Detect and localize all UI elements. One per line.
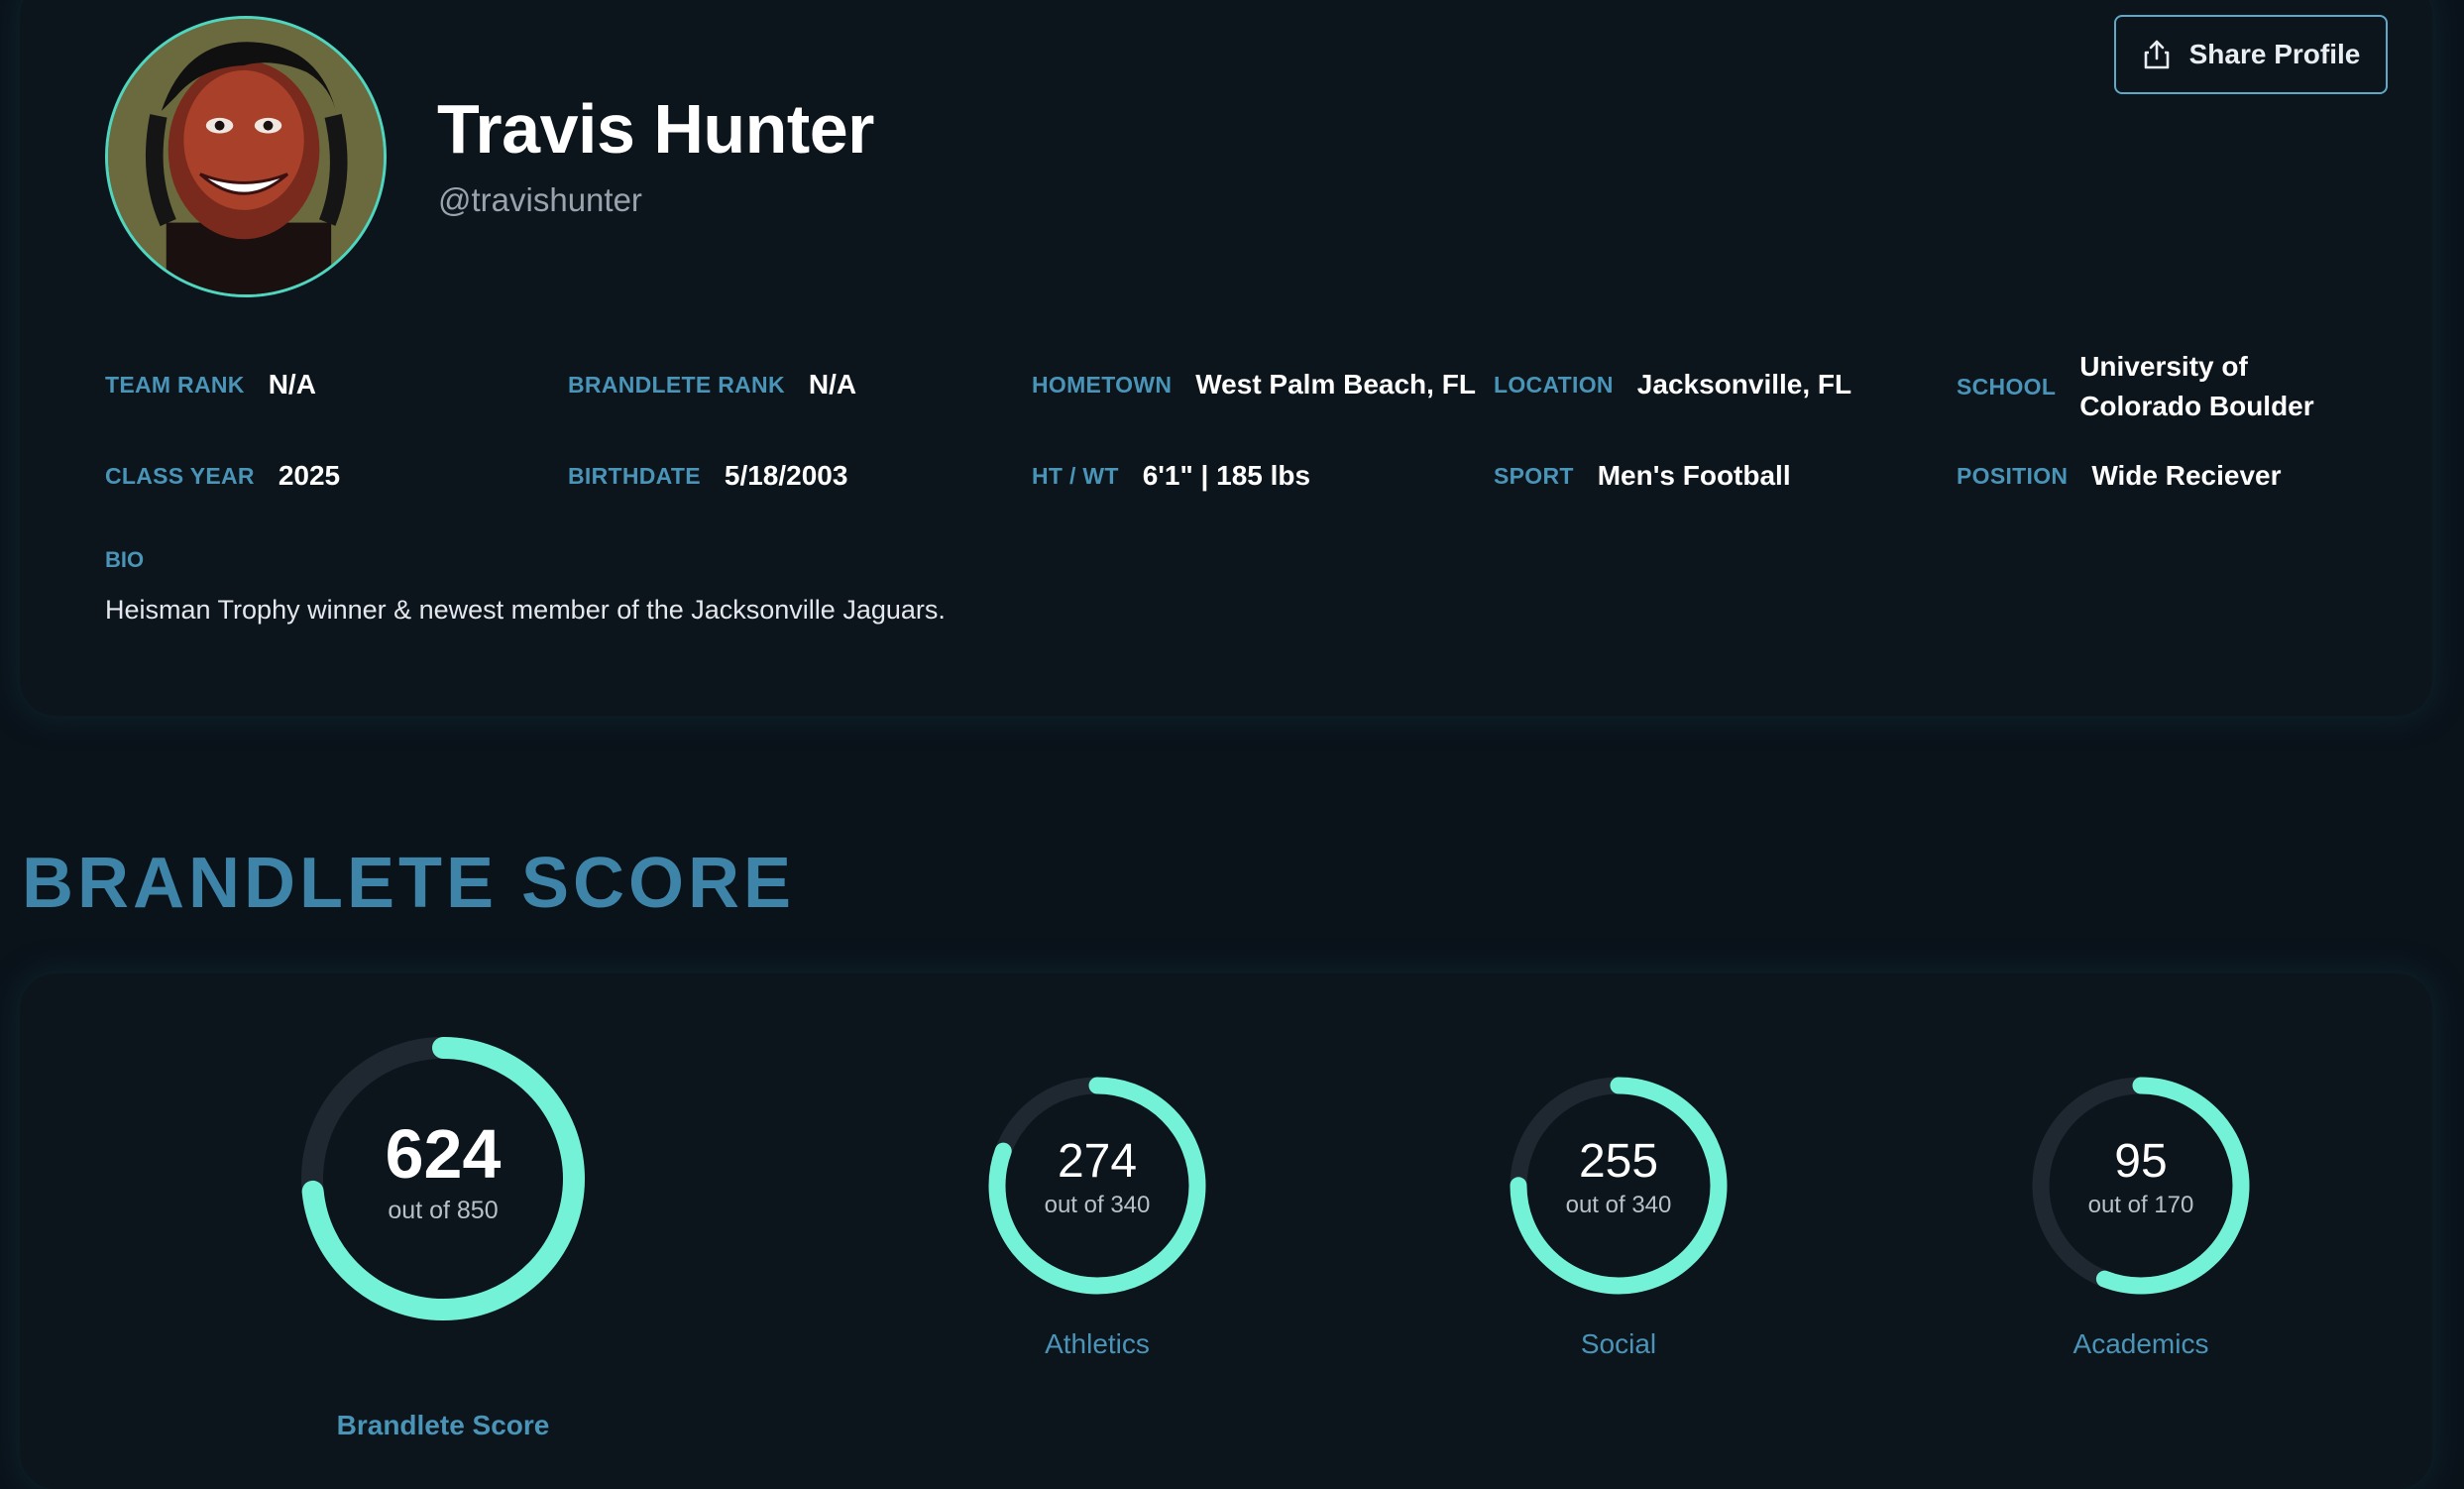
gauge-academics: 95 out of 170 Academics: [2028, 1073, 2254, 1359]
class-year-label: CLASS YEAR: [105, 462, 255, 489]
brandlete-rank-label: BRANDLETE RANK: [568, 371, 785, 398]
avatar-caricature-image: [108, 19, 384, 294]
field-brandlete-rank: BRANDLETE RANK N/A: [568, 369, 856, 401]
field-class-year: CLASS YEAR 2025: [105, 460, 340, 492]
school-label: SCHOOL: [1957, 373, 2057, 400]
gauge-caption: Social: [1580, 1328, 1657, 1359]
field-sport: SPORT Men's Football: [1494, 460, 1791, 492]
ht-wt-value: 6'1" | 185 lbs: [1142, 460, 1311, 491]
location-value: Jacksonville, FL: [1636, 369, 1852, 400]
brandlete-rank-value: N/A: [808, 369, 857, 400]
field-school: SCHOOL University of Colorado Boulder: [1957, 347, 2377, 426]
birthdate-value: 5/18/2003: [724, 460, 848, 491]
field-location: LOCATION Jacksonville, FL: [1494, 369, 1851, 401]
school-value: University of Colorado Boulder: [2079, 351, 2314, 421]
gauge-caption: Academics: [2072, 1328, 2209, 1359]
field-hometown: HOMETOWN West Palm Beach, FL: [1032, 369, 1476, 401]
field-position: POSITION Wide Reciever: [1957, 460, 2282, 492]
score-out-of: out of 850: [388, 1197, 499, 1224]
profile-handle: @travishunter: [438, 181, 642, 218]
score-out-of: out of 340: [1044, 1192, 1151, 1218]
score-out-of: out of 170: [2087, 1192, 2194, 1218]
birthdate-label: BIRTHDATE: [568, 462, 701, 489]
field-team-rank: TEAM RANK N/A: [105, 369, 316, 401]
gauge-caption: Brandlete Score: [336, 1410, 550, 1440]
location-label: LOCATION: [1494, 371, 1614, 398]
section-title: BRANDLETE SCORE: [22, 844, 796, 923]
share-profile-button[interactable]: Share Profile: [2114, 15, 2388, 94]
team-rank-value: N/A: [268, 369, 316, 400]
hometown-label: HOMETOWN: [1032, 371, 1173, 398]
share-profile-label: Share Profile: [2188, 39, 2361, 69]
field-ht-wt: HT / WT 6'1" | 185 lbs: [1032, 460, 1310, 492]
hometown-value: West Palm Beach, FL: [1195, 369, 1476, 400]
gauge-main-score: 624 out of 850 Brandlete Score: [297, 1033, 589, 1440]
share-upload-icon: [2144, 40, 2169, 69]
position-label: POSITION: [1957, 462, 2069, 489]
profile-name: Travis Hunter: [437, 90, 874, 168]
sport-value: Men's Football: [1597, 460, 1791, 491]
score-out-of: out of 340: [1565, 1192, 1672, 1218]
gauge-athletics-center: 274 out of 340: [984, 1134, 1210, 1221]
score-value: 255: [1578, 1135, 1659, 1188]
gauge-caption: Athletics: [1045, 1328, 1150, 1359]
ht-wt-label: HT / WT: [1032, 462, 1119, 489]
gauge-athletics: 274 out of 340 Athletics: [984, 1073, 1210, 1359]
score-card: 624 out of 850 Brandlete Score 274 out o…: [20, 974, 2432, 1489]
gauge-social-center: 255 out of 340: [1506, 1134, 1732, 1221]
score-value: 274: [1057, 1135, 1138, 1188]
avatar: [105, 16, 387, 297]
score-value: 95: [2114, 1135, 2168, 1188]
gauge-social: 255 out of 340 Social: [1506, 1073, 1732, 1359]
bio-text: Heisman Trophy winner & newest member of…: [105, 595, 946, 625]
gauge-main-center: 624 out of 850: [297, 1114, 589, 1227]
class-year-value: 2025: [278, 460, 341, 491]
team-rank-label: TEAM RANK: [105, 371, 245, 398]
gauge-academics-center: 95 out of 170: [2028, 1134, 2254, 1221]
score-value: 624: [385, 1115, 502, 1193]
field-birthdate: BIRTHDATE 5/18/2003: [568, 460, 847, 492]
bio-label: BIO: [105, 547, 145, 572]
sport-label: SPORT: [1494, 462, 1574, 489]
profile-card: Travis Hunter @travishunter Share Profil…: [20, 0, 2432, 716]
position-value: Wide Reciever: [2091, 460, 2282, 491]
